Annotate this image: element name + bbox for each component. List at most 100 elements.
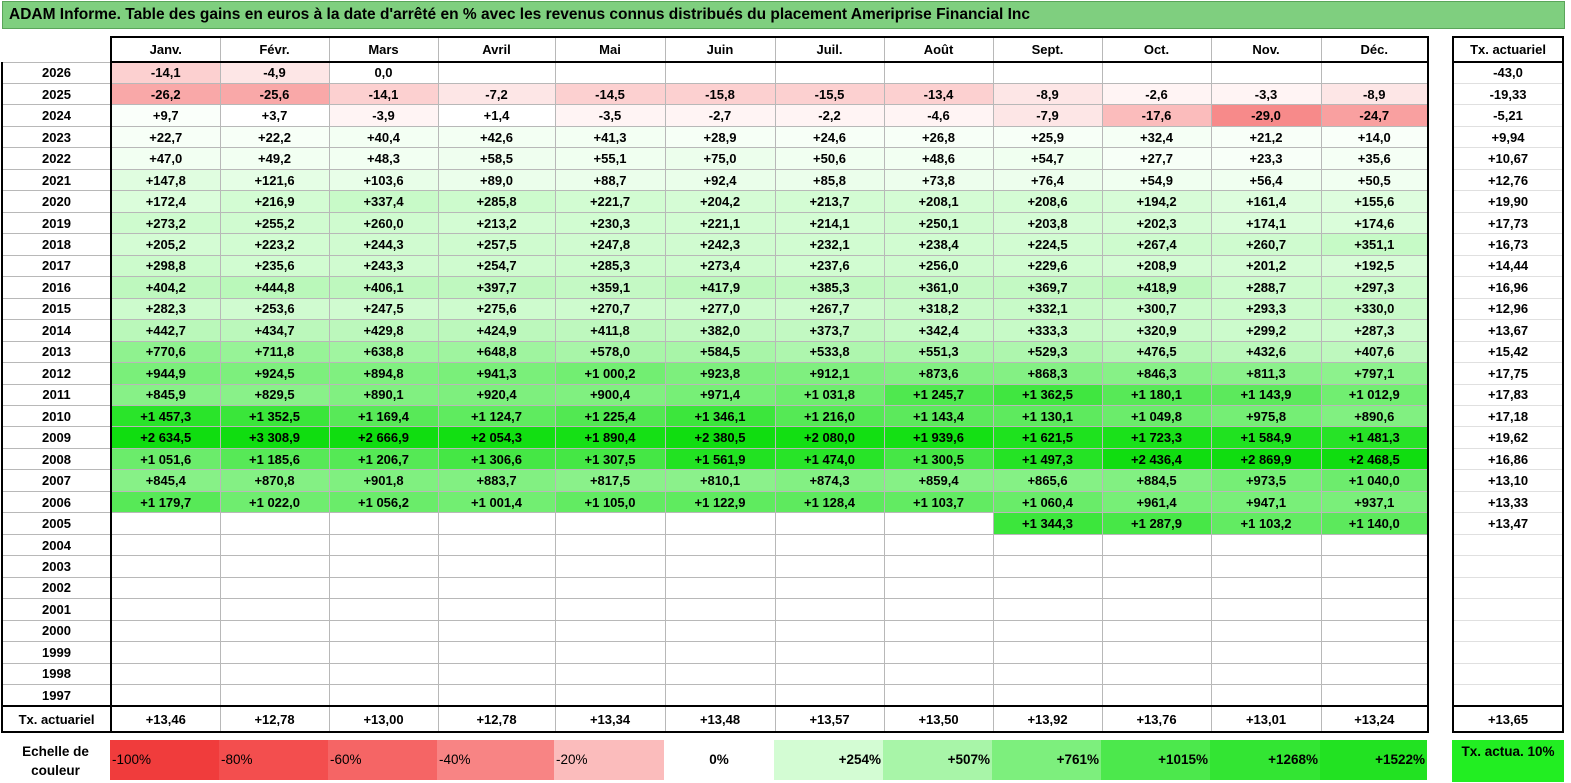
gain-cell: +40,4 (328, 125, 439, 149)
table-row: 2000 (1, 619, 1429, 643)
gain-cell: +221,1 (664, 211, 776, 235)
gain-cell: +961,4 (1101, 490, 1212, 514)
gain-cell: +442,7 (110, 319, 221, 342)
gain-cell: -3,3 (1210, 82, 1322, 106)
gain-cell: +260,0 (328, 211, 439, 235)
month-header: Juin (664, 36, 776, 63)
gain-cell: -8,9 (1320, 82, 1429, 106)
gain-cell (219, 533, 330, 557)
gain-cell (1210, 684, 1322, 708)
gain-cell: +638,8 (328, 340, 439, 364)
gain-cell (554, 576, 666, 600)
table-row: 2015 +282,3 +253,6 +247,5 +275,6 +270,7 +277,0… (1, 297, 1429, 321)
gain-cell: +1 124,7 (437, 404, 556, 428)
gain-cell: +298,8 (110, 254, 221, 278)
gain-cell: +361,0 (883, 276, 994, 299)
year-label: 2002 (1, 576, 112, 600)
month-header: Oct. (1101, 36, 1212, 63)
gain-cell: +1 143,9 (1210, 383, 1322, 407)
gain-cell: +55,1 (554, 147, 666, 170)
annual-rate-cell: +15,42 (1452, 341, 1564, 364)
gain-cell: +277,0 (664, 297, 776, 321)
annual-rate-cell: +10,67 (1452, 147, 1564, 170)
gain-cell: +267,7 (774, 297, 885, 321)
monthly-rate-cell: +13,01 (1210, 705, 1322, 734)
gain-cell: +288,7 (1210, 276, 1322, 299)
gain-cell: +1 105,0 (554, 490, 666, 514)
gain-cell: +320,9 (1101, 319, 1212, 342)
annual-rate-cell: +12,96 (1452, 298, 1564, 321)
year-label: 2013 (1, 340, 112, 364)
gain-cell (110, 641, 221, 664)
annual-rate-cell (1452, 684, 1564, 707)
monthly-rate-cell: +13,57 (774, 705, 885, 734)
gain-cell: +48,6 (883, 147, 994, 170)
gain-cell (664, 598, 776, 621)
gain-cell: +273,2 (110, 211, 221, 235)
gain-cell: +351,1 (1320, 233, 1429, 256)
gain-cell: +369,7 (992, 276, 1103, 299)
annual-rate-cell (1452, 663, 1564, 686)
report-title: ADAM Informe. Table des gains en euros à… (2, 1, 1565, 29)
gain-cell: -4,6 (883, 104, 994, 127)
gain-cell (437, 619, 556, 643)
gain-cell: +1 049,8 (1101, 404, 1212, 428)
gain-cell: +1 012,9 (1320, 383, 1429, 407)
gain-cell: +229,6 (992, 254, 1103, 278)
table-row: 2018 +205,2 +223,2 +244,3 +257,5 +247,8 +242,3… (1, 233, 1429, 256)
year-label: 2020 (1, 190, 112, 213)
table-row: 2008 +1 051,6 +1 185,6 +1 206,7 +1 306,6 +1 3… (1, 447, 1429, 471)
gain-cell (1320, 598, 1429, 621)
gain-cell: +648,8 (437, 340, 556, 364)
gain-cell (110, 555, 221, 578)
gain-cell: +147,8 (110, 168, 221, 192)
gain-cell (664, 576, 776, 600)
monthly-rate-cell: +13,00 (328, 705, 439, 734)
gain-cell: +870,8 (219, 469, 330, 492)
gain-cell: +2 666,9 (328, 426, 439, 449)
annual-rate-cell: +12,76 (1452, 169, 1564, 192)
gain-cell: +1 179,7 (110, 490, 221, 514)
year-label: 2026 (1, 61, 112, 84)
color-scale: Echelle de couleur -100% -80% -60% -40% -20%… (1, 740, 1427, 782)
gain-cell (554, 555, 666, 578)
gain-cell: +230,3 (554, 211, 666, 235)
scale-swatch: +1268% (1210, 740, 1320, 780)
gain-cell: +1 457,3 (110, 404, 221, 428)
gain-cell: +202,3 (1101, 211, 1212, 235)
annual-rate-cell: -43,0 (1452, 62, 1564, 84)
gain-cell: +204,2 (664, 190, 776, 213)
gain-cell: +42,6 (437, 125, 556, 149)
gain-cell: +920,4 (437, 383, 556, 407)
gain-cell (219, 512, 330, 535)
gain-cell: +300,7 (1101, 297, 1212, 321)
gain-cell: +174,6 (1320, 211, 1429, 235)
annual-rate-cell: +14,44 (1452, 255, 1564, 278)
gain-cell: +944,9 (110, 362, 221, 385)
gain-cell: -29,0 (1210, 104, 1322, 127)
gain-cell (328, 555, 439, 578)
monthly-rate-cell: +13,24 (1320, 705, 1429, 734)
gain-cell: +161,4 (1210, 190, 1322, 213)
gain-cell: +293,3 (1210, 297, 1322, 321)
scale-swatch: +1015% (1101, 740, 1210, 780)
monthly-rate-cell: +12,78 (437, 705, 556, 734)
gain-cell (437, 662, 556, 686)
annual-rate-cell: +13,33 (1452, 491, 1564, 514)
gain-cell: +214,1 (774, 211, 885, 235)
gain-cell: +50,6 (774, 147, 885, 170)
gain-cell (437, 684, 556, 708)
table-row: 2002 (1, 576, 1429, 600)
gain-cell: +2 080,0 (774, 426, 885, 449)
gain-cell (1101, 619, 1212, 643)
gain-cell: +846,3 (1101, 362, 1212, 385)
annual-rate-cell: +9,94 (1452, 126, 1564, 149)
gain-cell: +273,4 (664, 254, 776, 278)
table-row: 2010 +1 457,3 +1 352,5 +1 169,4 +1 124,7 +1 2… (1, 404, 1429, 428)
gain-cell: +407,6 (1320, 340, 1429, 364)
annual-rate-cell: +17,18 (1452, 405, 1564, 428)
gain-cell (328, 598, 439, 621)
gain-cell: +973,5 (1210, 469, 1322, 492)
gain-cell: +192,5 (1320, 254, 1429, 278)
gain-cell: +1 130,1 (992, 404, 1103, 428)
